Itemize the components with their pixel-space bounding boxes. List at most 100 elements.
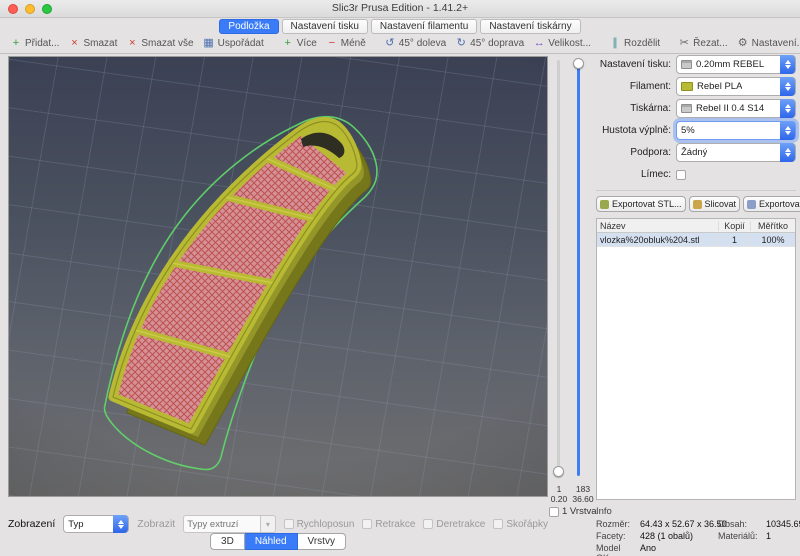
filament-row: Filament: Rebel PLA xyxy=(596,77,796,96)
layer-slider-gutter: 1 183 0.20 36.60 1 Vrstva xyxy=(548,56,596,514)
support-select[interactable]: Žádný xyxy=(676,143,796,162)
delete-label: Smazat xyxy=(83,38,117,49)
cut-icon: ✂ xyxy=(678,38,690,49)
shells-label: Skořápky xyxy=(506,519,548,530)
delete-all-button[interactable]: × Smazat vše xyxy=(122,37,197,50)
chevron-updown-icon xyxy=(113,515,128,533)
unretractions-checkbox[interactable] xyxy=(423,519,433,529)
object-copies-cell: 1 xyxy=(719,235,751,245)
tab-nastaveni-tiskarny[interactable]: Nastavení tiskárny xyxy=(480,19,580,34)
retractions-checkbox[interactable] xyxy=(362,519,372,529)
model-preview xyxy=(9,57,549,498)
more-icon: + xyxy=(282,38,294,49)
unretractions-toggle[interactable]: Deretrakce xyxy=(423,519,485,530)
object-settings-button[interactable]: ⚙ Nastavení... xyxy=(733,37,800,50)
shells-toggle[interactable]: Skořápky xyxy=(493,519,548,530)
export-gcode-button[interactable]: Exportovat G-kód... xyxy=(743,196,800,212)
slice-label: Slicovat xyxy=(705,199,737,209)
layer-high-value: 183 xyxy=(570,484,596,494)
infill-select[interactable]: 5% xyxy=(676,121,796,140)
column-header-copies[interactable]: Kopií xyxy=(719,221,751,231)
extrusion-type-input[interactable] xyxy=(183,515,261,533)
scale-button[interactable]: ↔ Velikost... xyxy=(529,37,595,50)
view-mode-value: Typ xyxy=(68,519,83,530)
size-label: Rozměr: xyxy=(596,519,638,529)
filament-label: Filament: xyxy=(596,81,676,92)
one-layer-label: 1 Vrstva xyxy=(562,506,597,517)
brim-label: Límec: xyxy=(596,169,676,180)
export-gcode-icon xyxy=(747,200,756,209)
3d-viewport[interactable] xyxy=(8,56,548,497)
brim-row: Límec: xyxy=(596,165,796,184)
export-stl-label: Exportovat STL... xyxy=(612,199,682,209)
travel-label: Rychloposun xyxy=(297,519,355,530)
delete-all-label: Smazat vše xyxy=(141,38,193,49)
table-row[interactable]: vlozka%20obluk%204.stl 1 100% xyxy=(597,233,795,247)
height-high-value: 36.60 xyxy=(570,494,596,504)
print-settings-value: 0.20mm REBEL xyxy=(696,59,764,70)
tab-podlozka[interactable]: Podložka xyxy=(219,19,278,34)
layer-slider-low-track[interactable] xyxy=(557,60,560,476)
minimize-window-button[interactable] xyxy=(25,4,35,14)
shells-checkbox[interactable] xyxy=(493,519,503,529)
filament-select[interactable]: Rebel PLA xyxy=(676,77,796,96)
export-stl-button[interactable]: Exportovat STL... xyxy=(596,196,686,212)
cut-button[interactable]: ✂ Řezat... xyxy=(674,37,731,50)
split-button[interactable]: ∥ Rozdělit xyxy=(605,37,664,50)
printer-select[interactable]: Rebel II 0.4 S14 xyxy=(676,99,796,118)
column-header-name[interactable]: Název xyxy=(597,221,719,231)
window-title: Slic3r Prusa Edition - 1.41.2+ xyxy=(0,0,800,17)
column-header-scale[interactable]: Měřítko xyxy=(751,221,795,231)
view-mode-select[interactable]: Typ xyxy=(63,515,129,533)
arrange-button[interactable]: ▦ Uspořádat xyxy=(199,37,268,50)
tab-nastaveni-filamentu[interactable]: Nastavení filamentu xyxy=(371,19,477,34)
printer-value: Rebel II 0.4 S14 xyxy=(696,103,764,114)
slider-values: 1 183 0.20 36.60 xyxy=(548,484,596,504)
scale-icon: ↔ xyxy=(533,38,545,49)
travel-toggle[interactable]: Rychloposun xyxy=(284,519,355,530)
brim-checkbox[interactable] xyxy=(676,170,686,180)
print-settings-label: Nastavení tisku: xyxy=(596,59,676,70)
infill-label: Hustota výplně: xyxy=(596,125,676,136)
one-layer-checkbox[interactable] xyxy=(549,507,559,517)
tab-nastaveni-tisku[interactable]: Nastavení tisku xyxy=(282,19,368,34)
layer-slider-high-knob[interactable] xyxy=(573,58,584,69)
travel-checkbox[interactable] xyxy=(284,519,294,529)
chevron-updown-icon xyxy=(780,99,795,118)
info-title: Info xyxy=(596,506,796,517)
panel-divider xyxy=(596,190,796,191)
print-settings-select[interactable]: 0.20mm REBEL xyxy=(676,55,796,74)
close-window-button[interactable] xyxy=(8,4,18,14)
one-layer-toggle[interactable]: 1 Vrstva xyxy=(549,506,597,517)
add-button[interactable]: + Přidat... xyxy=(6,37,63,50)
chevron-updown-icon xyxy=(780,77,795,96)
print-settings-row: Nastavení tisku: 0.20mm REBEL xyxy=(596,55,796,74)
fewer-label: Méně xyxy=(341,38,366,49)
preview-controls-bar: Zobrazení Typ Zobrazit ▾ Rychloposun Ret… xyxy=(8,514,548,534)
retractions-toggle[interactable]: Retrakce xyxy=(362,519,415,530)
rotate-right-button[interactable]: ↻ 45° doprava xyxy=(451,37,528,50)
materials-label: Materiálů: xyxy=(718,531,764,541)
layer-slider-high-track[interactable] xyxy=(577,60,580,476)
slice-icon xyxy=(693,200,702,209)
arrange-label: Uspořádat xyxy=(218,38,264,49)
zoom-window-button[interactable] xyxy=(42,4,52,14)
slice-button[interactable]: Slicovat xyxy=(689,196,741,212)
unretractions-label: Deretrakce xyxy=(436,519,485,530)
chevron-down-icon[interactable]: ▾ xyxy=(261,515,275,533)
export-button-row: Exportovat STL... Slicovat Exportovat G-… xyxy=(596,196,796,212)
info-grid: Rozměr: 64.43 x 52.67 x 36.50 Obsah: 103… xyxy=(596,519,796,556)
more-button[interactable]: + Více xyxy=(278,37,321,50)
view-3d-button[interactable]: 3D xyxy=(210,533,245,550)
export-stl-icon xyxy=(600,200,609,209)
fewer-button[interactable]: − Méně xyxy=(322,37,370,50)
view-preview-button[interactable]: Náhled xyxy=(245,533,298,550)
cut-label: Řezat... xyxy=(693,38,727,49)
layer-slider-low-knob[interactable] xyxy=(553,466,564,477)
view-layers-button[interactable]: Vrstvy xyxy=(298,533,346,550)
delete-button[interactable]: × Smazat xyxy=(64,37,121,50)
object-name-cell: vlozka%20obluk%204.stl xyxy=(597,235,719,245)
printer-row: Tiskárna: Rebel II 0.4 S14 xyxy=(596,99,796,118)
infill-row: Hustota výplně: 5% xyxy=(596,121,796,140)
rotate-left-button[interactable]: ↺ 45° doleva xyxy=(380,37,450,50)
